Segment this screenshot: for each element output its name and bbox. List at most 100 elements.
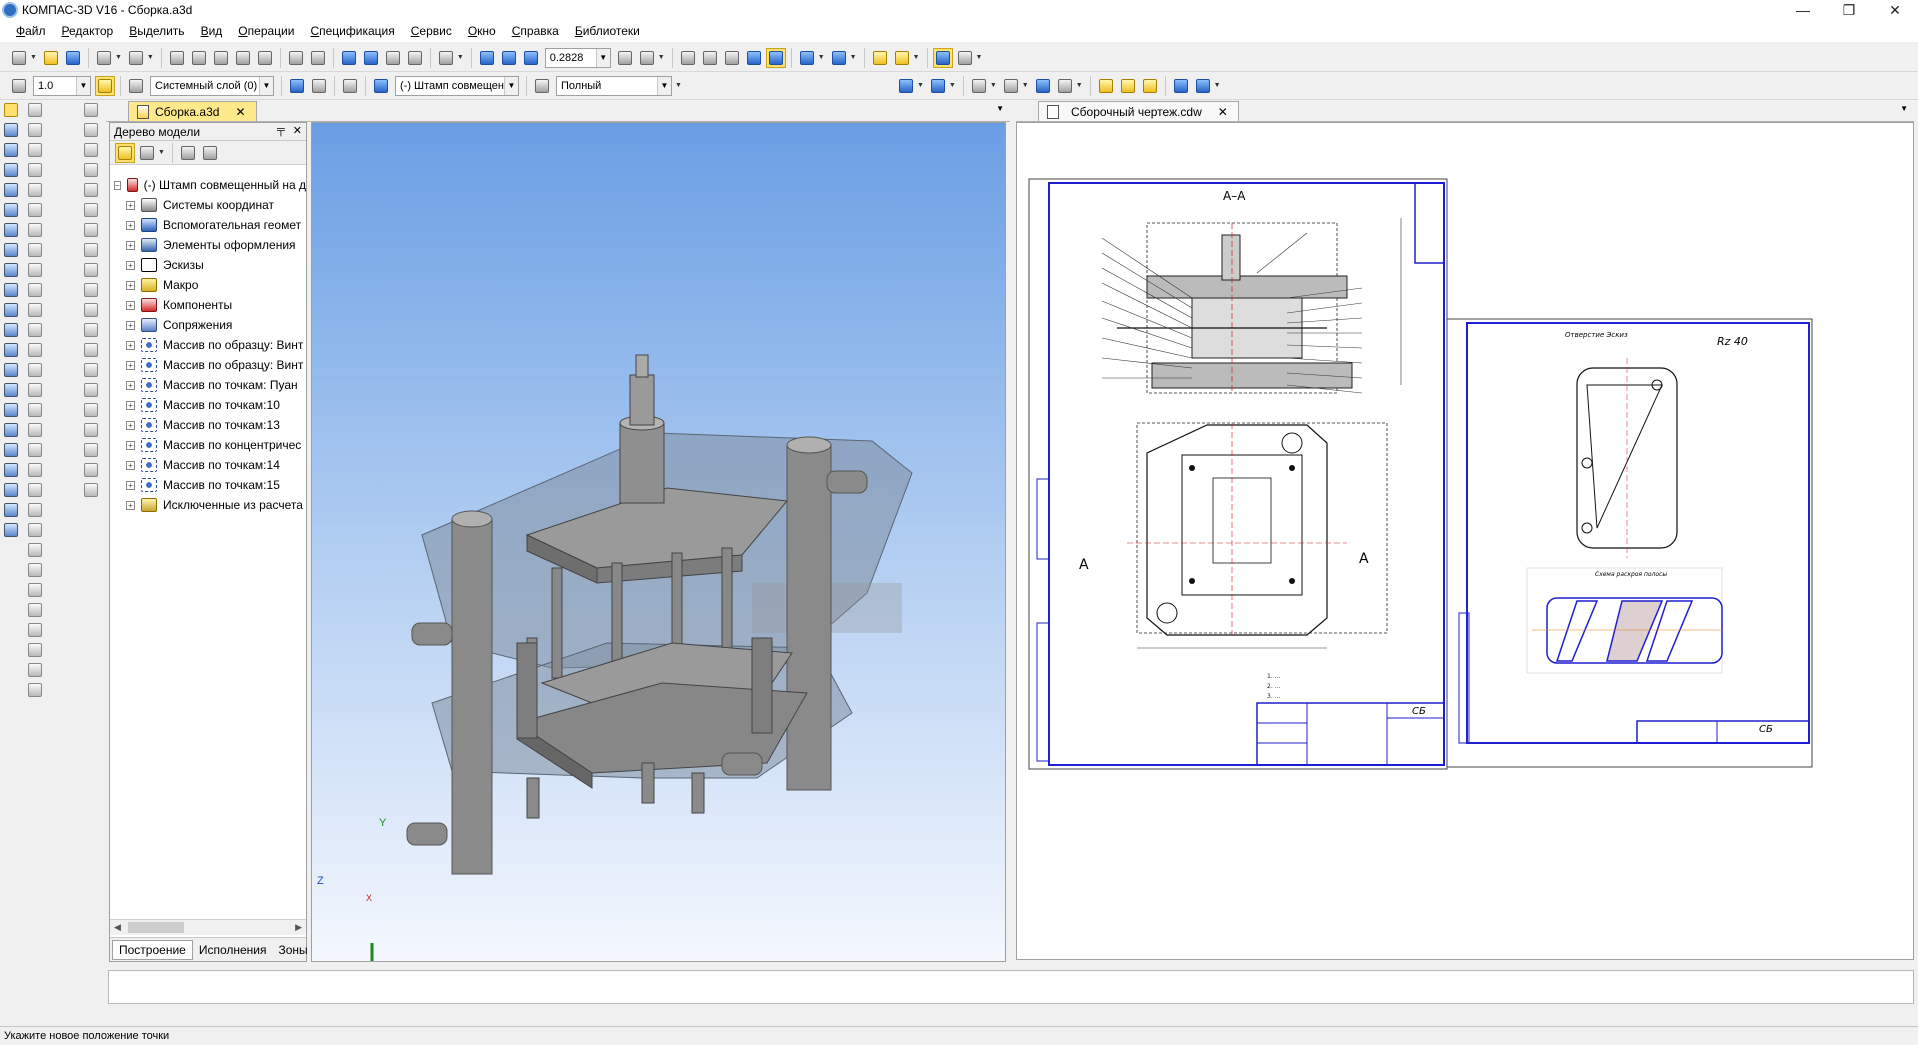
solid-icon[interactable] bbox=[3, 122, 19, 138]
expand-icon[interactable]: + bbox=[126, 240, 135, 250]
tree-item[interactable]: + Эскизы bbox=[110, 255, 306, 275]
menu-help[interactable]: Справка bbox=[504, 24, 567, 38]
format-brush-icon[interactable] bbox=[233, 48, 253, 68]
spline-icon[interactable] bbox=[27, 222, 43, 238]
dimension-icon[interactable] bbox=[1055, 76, 1075, 96]
revolve-icon[interactable] bbox=[83, 122, 99, 138]
minimize-button[interactable]: — bbox=[1780, 0, 1826, 20]
properties-icon[interactable] bbox=[255, 48, 275, 68]
grid-icon[interactable] bbox=[9, 76, 29, 96]
menu-select[interactable]: Выделить bbox=[121, 24, 192, 38]
section-icon[interactable] bbox=[83, 302, 99, 318]
layer-icon[interactable] bbox=[126, 76, 146, 96]
plane-icon[interactable] bbox=[309, 76, 329, 96]
wireframe-icon[interactable] bbox=[678, 48, 698, 68]
extrude-icon[interactable] bbox=[83, 102, 99, 118]
trim-icon[interactable] bbox=[27, 382, 43, 398]
menu-service[interactable]: Сервис bbox=[403, 24, 460, 38]
tab-versions[interactable]: Исполнения bbox=[193, 941, 273, 959]
close-button[interactable]: ✕ bbox=[1872, 0, 1918, 20]
menu-specification[interactable]: Спецификация bbox=[302, 24, 402, 38]
render-icon[interactable] bbox=[3, 522, 19, 538]
spec-tool-icon[interactable] bbox=[3, 262, 19, 278]
param-icon[interactable] bbox=[3, 482, 19, 498]
new-doc-icon[interactable] bbox=[9, 48, 29, 68]
expand-icon[interactable]: + bbox=[126, 380, 135, 390]
expand-icon[interactable]: + bbox=[126, 340, 135, 350]
circle-icon[interactable] bbox=[27, 162, 43, 178]
sweep-icon[interactable] bbox=[83, 142, 99, 158]
layout-icon[interactable] bbox=[3, 422, 19, 438]
leader-icon[interactable] bbox=[27, 582, 43, 598]
measure-tool-icon[interactable] bbox=[3, 222, 19, 238]
base-icon[interactable] bbox=[27, 622, 43, 638]
expand-icon[interactable]: + bbox=[126, 260, 135, 270]
orient-icon[interactable] bbox=[892, 48, 912, 68]
menu-window[interactable]: Окно bbox=[460, 24, 504, 38]
zoom-all-icon[interactable] bbox=[499, 48, 519, 68]
surface-icon[interactable] bbox=[3, 142, 19, 158]
cut-extrude-icon[interactable] bbox=[83, 182, 99, 198]
aux-geom-icon[interactable] bbox=[3, 182, 19, 198]
mirror-icon[interactable] bbox=[27, 442, 43, 458]
annotation-icon[interactable] bbox=[3, 302, 19, 318]
view-mode-combo[interactable]: Полный ▼ bbox=[556, 75, 672, 96]
offset-icon[interactable] bbox=[27, 422, 43, 438]
ellipse-icon[interactable] bbox=[27, 202, 43, 218]
expand-icon[interactable]: + bbox=[126, 280, 135, 290]
menu-view[interactable]: Вид bbox=[193, 24, 231, 38]
tools-icon[interactable] bbox=[1118, 76, 1138, 96]
tree-item[interactable]: + Массив по образцу: Винт bbox=[110, 335, 306, 355]
hatch-icon[interactable] bbox=[27, 302, 43, 318]
bevel-icon[interactable] bbox=[83, 442, 99, 458]
tree-toggle-icon[interactable] bbox=[932, 47, 953, 68]
menu-edit[interactable]: Редактор bbox=[54, 24, 122, 38]
menu-operations[interactable]: Операции bbox=[230, 24, 302, 38]
scroll-right-icon[interactable]: ▶ bbox=[295, 922, 302, 933]
tree-item[interactable]: + Элементы оформления bbox=[110, 235, 306, 255]
object-combo[interactable]: (-) Штамп совмещен ▼ bbox=[395, 75, 519, 96]
cable-icon[interactable] bbox=[3, 402, 19, 418]
collapse-icon[interactable]: − bbox=[114, 180, 121, 190]
tab-zones[interactable]: Зоны bbox=[273, 941, 314, 959]
expand-icon[interactable]: + bbox=[126, 500, 135, 510]
text-icon[interactable] bbox=[27, 502, 43, 518]
tree-root[interactable]: − (-) Штамп совмещенный на д bbox=[110, 175, 306, 195]
scroll-left-icon[interactable]: ◀ bbox=[114, 922, 121, 933]
open-icon[interactable] bbox=[41, 48, 61, 68]
tree-item[interactable]: + Массив по точкам:13 bbox=[110, 415, 306, 435]
print-icon[interactable] bbox=[94, 48, 114, 68]
tree-structure-icon[interactable] bbox=[115, 142, 135, 163]
close-icon[interactable]: ✕ bbox=[1218, 105, 1228, 119]
axis-icon[interactable] bbox=[83, 482, 99, 498]
sheet-icon[interactable] bbox=[3, 322, 19, 338]
dim-linear-icon[interactable] bbox=[27, 542, 43, 558]
pipe-icon[interactable] bbox=[3, 362, 19, 378]
tabs-menu-icon[interactable]: ▼ bbox=[1900, 104, 1908, 113]
assembly-icon[interactable] bbox=[896, 76, 916, 96]
tree-filter-icon[interactable] bbox=[200, 143, 220, 163]
ortho-icon[interactable] bbox=[95, 75, 115, 96]
fillet-icon[interactable] bbox=[27, 342, 43, 358]
table-icon[interactable] bbox=[27, 522, 43, 538]
edit-icon[interactable] bbox=[340, 76, 360, 96]
boolean-icon[interactable] bbox=[83, 342, 99, 358]
panel-icon[interactable] bbox=[955, 48, 975, 68]
tree-item[interactable]: + Сопряжения bbox=[110, 315, 306, 335]
halftone-edges-icon[interactable] bbox=[765, 47, 786, 68]
rectangle-icon[interactable] bbox=[27, 262, 43, 278]
paste-icon[interactable] bbox=[211, 48, 231, 68]
chevron-down-icon[interactable]: ▼ bbox=[504, 76, 518, 95]
close-icon[interactable]: ✕ bbox=[293, 124, 302, 137]
library-icon[interactable] bbox=[361, 48, 381, 68]
orientation-icon[interactable] bbox=[637, 48, 657, 68]
manager-icon[interactable] bbox=[339, 48, 359, 68]
tree-item[interactable]: + Макро bbox=[110, 275, 306, 295]
view-mode-icon[interactable] bbox=[532, 76, 552, 96]
constraint-icon[interactable] bbox=[27, 662, 43, 678]
copy-geom-icon[interactable] bbox=[27, 482, 43, 498]
menu-file[interactable]: Файл bbox=[8, 24, 54, 38]
report-icon[interactable] bbox=[1193, 76, 1213, 96]
tree-item[interactable]: + Исключенные из расчета bbox=[110, 495, 306, 515]
plane2-icon[interactable] bbox=[83, 462, 99, 478]
